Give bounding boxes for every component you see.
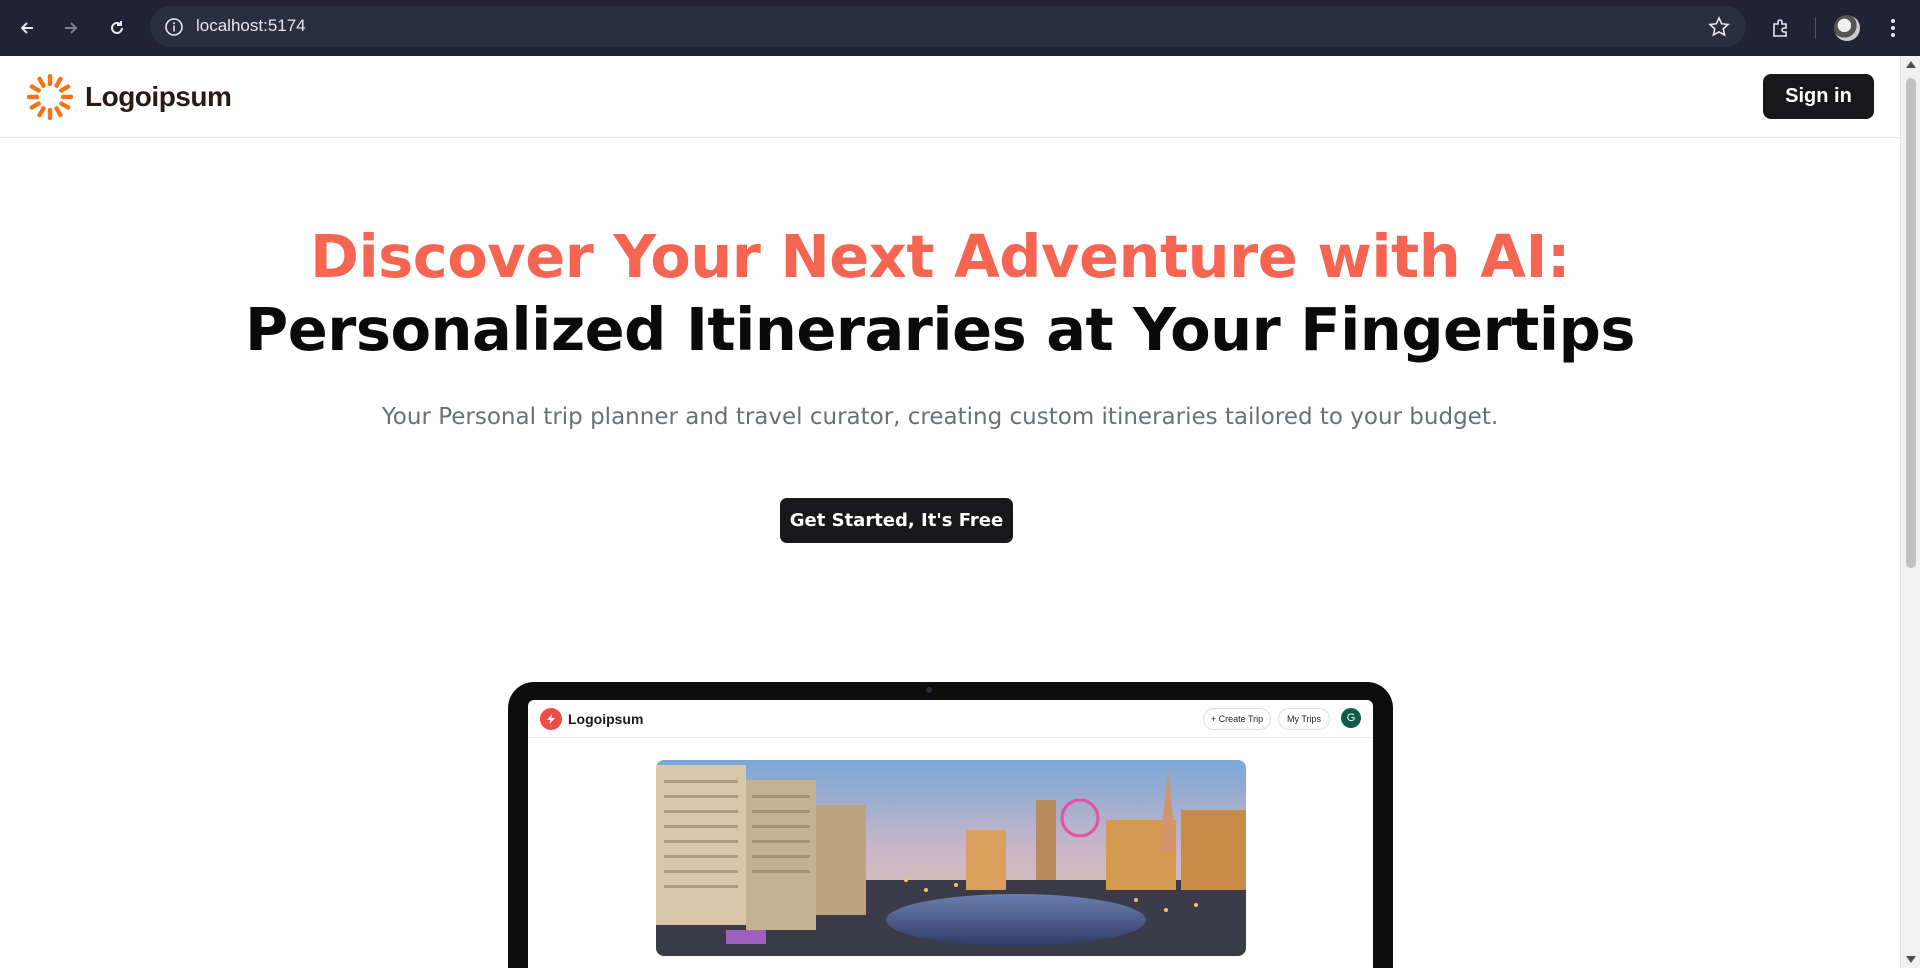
preview-my-trips-button: My Trips bbox=[1278, 708, 1330, 730]
browser-menu-button[interactable] bbox=[1877, 12, 1909, 44]
site-header: Logoipsum Sign in bbox=[0, 56, 1900, 138]
scroll-down-arrow-icon[interactable] bbox=[1906, 956, 1916, 963]
puzzle-icon bbox=[1773, 19, 1787, 37]
reload-button[interactable] bbox=[101, 12, 133, 44]
forward-arrow-icon bbox=[65, 22, 78, 34]
preview-avatar: G bbox=[1341, 708, 1361, 728]
hero-subtitle: Your Personal trip planner and travel cu… bbox=[381, 404, 1499, 430]
city-hero-image bbox=[656, 760, 1246, 956]
camera-icon bbox=[926, 687, 932, 693]
laptop-notch bbox=[878, 682, 982, 700]
address-bar[interactable]: localhost:5174 bbox=[150, 6, 1746, 47]
reload-icon bbox=[111, 21, 123, 34]
forward-button[interactable] bbox=[55, 12, 87, 44]
scroll-thumb[interactable] bbox=[1906, 78, 1916, 568]
profile-avatar bbox=[1834, 15, 1860, 41]
preview-logo-icon bbox=[540, 708, 562, 730]
sign-in-button[interactable]: Sign in bbox=[1763, 74, 1874, 119]
profile-button[interactable] bbox=[1831, 12, 1863, 44]
hero-title: Discover Your Next Adventure with AI: Pe… bbox=[0, 220, 1880, 366]
back-arrow-icon bbox=[20, 22, 33, 34]
hero-title-main-line: Personalized Itineraries at Your Fingert… bbox=[245, 295, 1635, 364]
preview-brand: Logoipsum bbox=[540, 708, 643, 730]
laptop-mockup: Logoipsum + Create Trip My Trips G bbox=[508, 682, 1393, 968]
hero-title-accent-line: Discover Your Next Adventure with AI: bbox=[309, 222, 1571, 291]
laptop-screen: Logoipsum + Create Trip My Trips G bbox=[528, 700, 1373, 968]
bookmark-star-icon[interactable] bbox=[1708, 16, 1730, 38]
site-info-icon[interactable] bbox=[164, 17, 184, 37]
url-text: localhost:5174 bbox=[196, 16, 306, 35]
extensions-button[interactable] bbox=[1765, 12, 1797, 44]
brand-logo[interactable]: Logoipsum bbox=[25, 72, 232, 122]
preview-brand-name: Logoipsum bbox=[568, 711, 644, 727]
sun-logo-icon bbox=[27, 74, 73, 120]
bolt-icon bbox=[547, 714, 555, 724]
back-button[interactable] bbox=[11, 12, 43, 44]
scroll-up-arrow-icon[interactable] bbox=[1906, 61, 1916, 68]
browser-toolbar: localhost:5174 bbox=[0, 0, 1920, 56]
get-started-button[interactable]: Get Started, It's Free bbox=[780, 498, 1013, 543]
preview-create-trip-button: + Create Trip bbox=[1203, 708, 1271, 730]
preview-header: Logoipsum + Create Trip My Trips G bbox=[528, 700, 1373, 738]
toolbar-divider bbox=[1815, 17, 1816, 39]
kebab-menu-icon bbox=[1891, 19, 1895, 37]
page-scrollbar[interactable] bbox=[1900, 56, 1920, 968]
brand-name: Logoipsum bbox=[85, 81, 232, 112]
page-viewport: Logoipsum Sign in Discover Your Next Adv… bbox=[0, 56, 1900, 968]
city-skyline-illustration bbox=[656, 760, 1246, 956]
